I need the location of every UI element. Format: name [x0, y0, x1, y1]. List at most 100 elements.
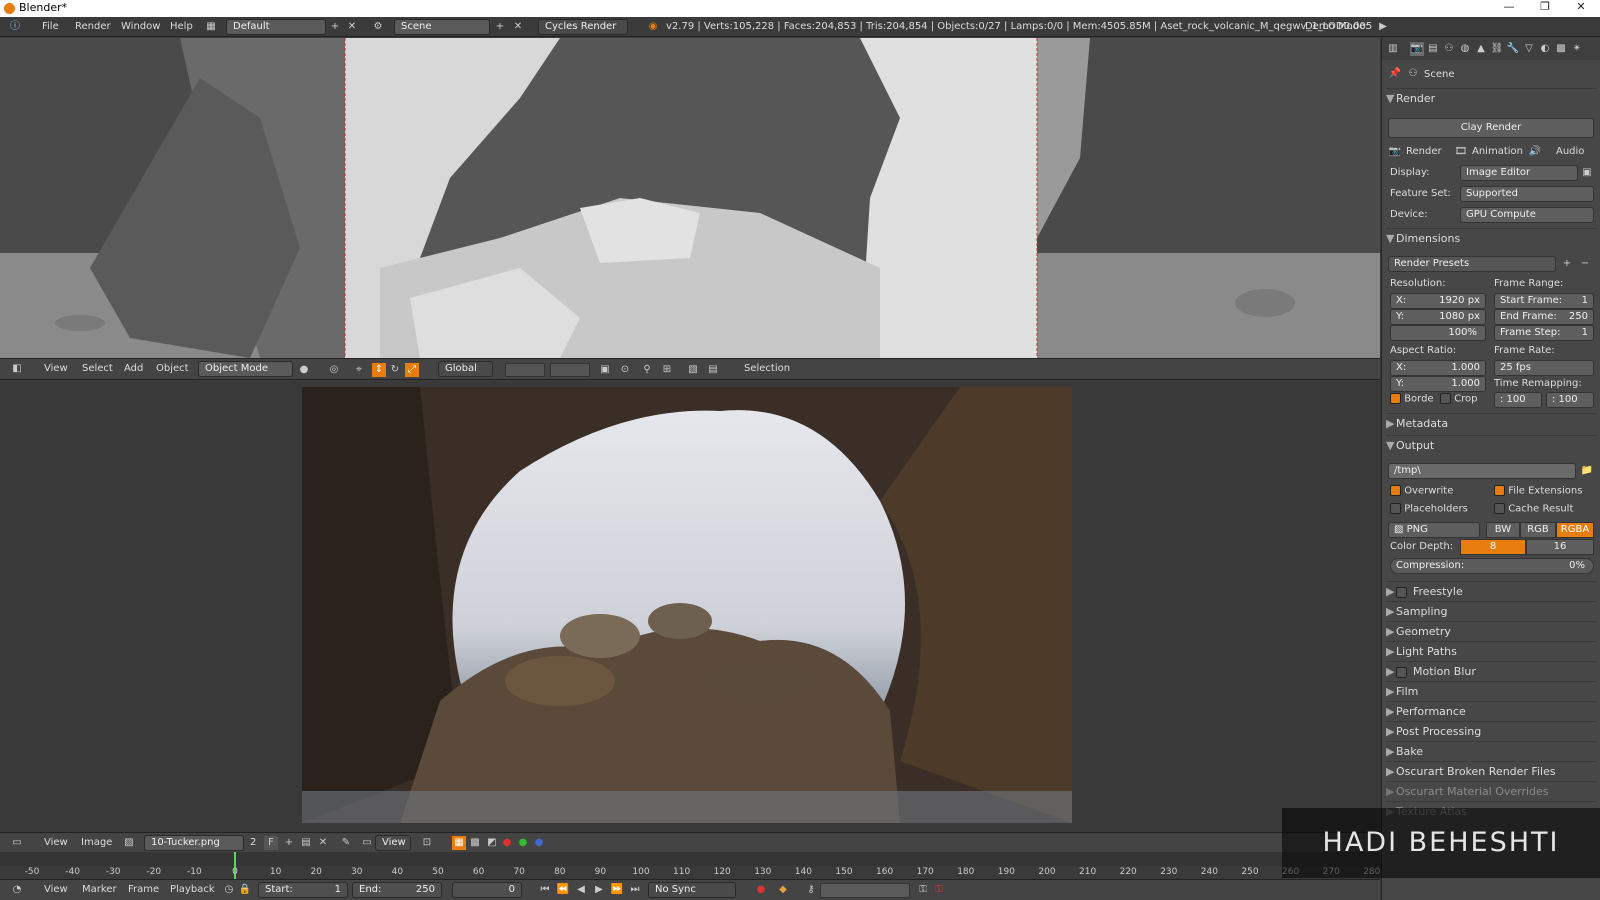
keying-set-icon[interactable]: ◆	[776, 883, 790, 897]
viewport-shading-icon[interactable]: ●	[297, 363, 311, 377]
render-presets-select[interactable]: Render Presets	[1388, 256, 1556, 272]
remove-preset-icon[interactable]: −	[1578, 257, 1592, 271]
resolution-percentage-field[interactable]: 100%	[1390, 325, 1486, 341]
layers-grid-1[interactable]	[505, 363, 545, 377]
cache-result-checkbox[interactable]: Cache Result	[1494, 503, 1573, 515]
properties-editor-icon[interactable]: ▥	[1386, 42, 1400, 56]
render-engine-select[interactable]: Cycles Render	[538, 19, 628, 35]
insert-keyframe-icon[interactable]: ⚿	[916, 883, 930, 897]
object-mode-select[interactable]: Object Mode	[198, 361, 293, 377]
menu-view-timeline[interactable]: View	[44, 884, 68, 895]
border-checkbox[interactable]: Borde	[1390, 393, 1434, 405]
scene-icon[interactable]: ⚙	[371, 20, 385, 34]
maximize-button[interactable]: ❐	[1530, 0, 1560, 13]
pivot-icon[interactable]: ◎	[327, 363, 341, 377]
rotate-manipulator-icon[interactable]: ↻	[388, 363, 402, 377]
timeline-ruler[interactable]: -50 -40 -30 -20 -10 0 10 20 30 40 50 60 70 80 90 100 110…	[0, 852, 1380, 879]
menu-frame[interactable]: Frame	[128, 884, 159, 895]
data-tab-icon[interactable]: ▽	[1522, 42, 1536, 56]
color-rgba-button[interactable]: RGBA	[1556, 522, 1594, 538]
remove-layout-icon[interactable]: ✕	[345, 20, 359, 34]
3d-viewport[interactable]	[0, 38, 1380, 358]
opengl-anim-icon[interactable]: ▤	[706, 363, 720, 377]
render-animation-button[interactable]: Animation	[1472, 146, 1523, 157]
menu-add[interactable]: Add	[124, 363, 143, 374]
menu-view-3d[interactable]: View	[44, 363, 68, 374]
menu-marker[interactable]: Marker	[82, 884, 117, 895]
image-editor-type-icon[interactable]: ▭	[10, 836, 24, 850]
file-format-select[interactable]: ▨ PNG	[1388, 522, 1480, 538]
render-panel-header[interactable]: ▼ Render	[1386, 92, 1597, 110]
play-demo-icon[interactable]: ▶	[1376, 20, 1390, 34]
proportional-edit-icon[interactable]: ⊙	[618, 363, 632, 377]
opengl-render-icon[interactable]: ▧	[686, 363, 700, 377]
metadata-panel-header[interactable]: ▶ Metadata	[1386, 417, 1597, 435]
constraints-tab-icon[interactable]: ⛓	[1490, 42, 1504, 56]
color-bw-button[interactable]: BW	[1486, 522, 1520, 538]
display-channels-icon[interactable]: ▦	[452, 836, 466, 850]
add-scene-icon[interactable]: +	[493, 20, 507, 34]
feature-set-select[interactable]: Supported	[1460, 186, 1594, 202]
delete-keyframe-icon[interactable]: ⚿	[932, 883, 946, 897]
transform-orientation-select[interactable]: Global	[438, 361, 493, 377]
modifiers-tab-icon[interactable]: 🔧	[1506, 42, 1520, 56]
close-window-button[interactable]: ✕	[1566, 0, 1596, 13]
device-select[interactable]: GPU Compute	[1460, 207, 1594, 223]
jump-keyframe-forward-icon[interactable]: ⏩	[610, 883, 624, 897]
time-remap-old-field[interactable]: : 100	[1494, 392, 1542, 408]
compression-slider[interactable]: Compression: 0%	[1390, 558, 1594, 574]
add-layout-icon[interactable]: +	[328, 20, 342, 34]
file-extensions-checkbox[interactable]: File Extensions	[1494, 485, 1582, 497]
start-frame-field[interactable]: Start: 1	[258, 882, 348, 898]
menu-select[interactable]: Select	[82, 363, 113, 374]
remove-scene-icon[interactable]: ✕	[511, 20, 525, 34]
minimize-button[interactable]: —	[1494, 0, 1524, 13]
browse-image-icon[interactable]: ▨	[122, 836, 136, 850]
keying-set-field[interactable]	[820, 883, 910, 898]
crop-checkbox[interactable]: Crop	[1440, 393, 1478, 405]
blue-channel-icon[interactable]: ●	[532, 836, 546, 850]
aspect-y-field[interactable]: Y: 1.000	[1390, 376, 1486, 392]
resolution-y-field[interactable]: Y: 1080 px	[1390, 309, 1486, 325]
menu-object[interactable]: Object	[156, 363, 189, 374]
scene-field[interactable]: Scene	[394, 19, 490, 35]
view-mode-select[interactable]: View	[375, 835, 411, 851]
placeholders-checkbox[interactable]: Placeholders	[1390, 503, 1468, 515]
clay-render-button[interactable]: Clay Render	[1388, 118, 1594, 138]
end-frame-field[interactable]: End: 250	[352, 882, 442, 898]
pin-icon[interactable]: 📌	[1388, 67, 1402, 81]
translate-manipulator-icon[interactable]: ↕	[372, 363, 386, 377]
new-image-icon[interactable]: +	[282, 836, 296, 850]
panel-enable-checkbox[interactable]	[1396, 666, 1407, 678]
color-rgb-button[interactable]: RGB	[1520, 522, 1556, 538]
color-depth-16-button[interactable]: 16	[1526, 539, 1594, 555]
unlink-image-icon[interactable]: ✕	[316, 836, 330, 850]
green-channel-icon[interactable]: ●	[516, 836, 530, 850]
sync-mode-select[interactable]: No Sync	[648, 882, 736, 898]
aspect-x-field[interactable]: X: 1.000	[1390, 360, 1486, 376]
object-tab-icon[interactable]: ▲	[1474, 42, 1488, 56]
menu-window[interactable]: Window	[121, 21, 160, 32]
image-editor[interactable]	[0, 381, 1380, 832]
lock-layer-icon[interactable]: ▣	[598, 363, 612, 377]
end-frame-prop[interactable]: End Frame: 250	[1494, 309, 1594, 325]
z-buffer-icon[interactable]: ◩	[485, 836, 499, 850]
manipulator-icon[interactable]: ⌖	[352, 363, 366, 377]
display-select[interactable]: Image Editor	[1460, 165, 1578, 181]
overwrite-checkbox[interactable]: Overwrite	[1390, 485, 1453, 497]
browse-folder-icon[interactable]: 📁	[1580, 464, 1594, 478]
dimensions-panel-header[interactable]: ▼ Dimensions	[1386, 232, 1597, 250]
pin-image-icon[interactable]: ✎	[339, 836, 353, 850]
scene-tab-icon[interactable]: ⚇	[1442, 42, 1456, 56]
pivot-center-icon[interactable]: ⊡	[420, 836, 434, 850]
resolution-x-field[interactable]: X: 1920 px	[1390, 293, 1486, 309]
keying-set-field-icon[interactable]: ⚷	[804, 883, 818, 897]
red-channel-icon[interactable]: ●	[500, 836, 514, 850]
render-layers-tab-icon[interactable]: ▤	[1426, 42, 1440, 56]
snap-icon[interactable]: ⚲	[640, 363, 654, 377]
info-editor-icon[interactable]: ⓘ	[8, 20, 22, 34]
menu-file[interactable]: File	[42, 21, 59, 32]
play-icon[interactable]: ▶	[592, 883, 606, 897]
current-frame-field[interactable]: 0	[452, 882, 522, 898]
render-still-button[interactable]: Render	[1406, 146, 1442, 157]
